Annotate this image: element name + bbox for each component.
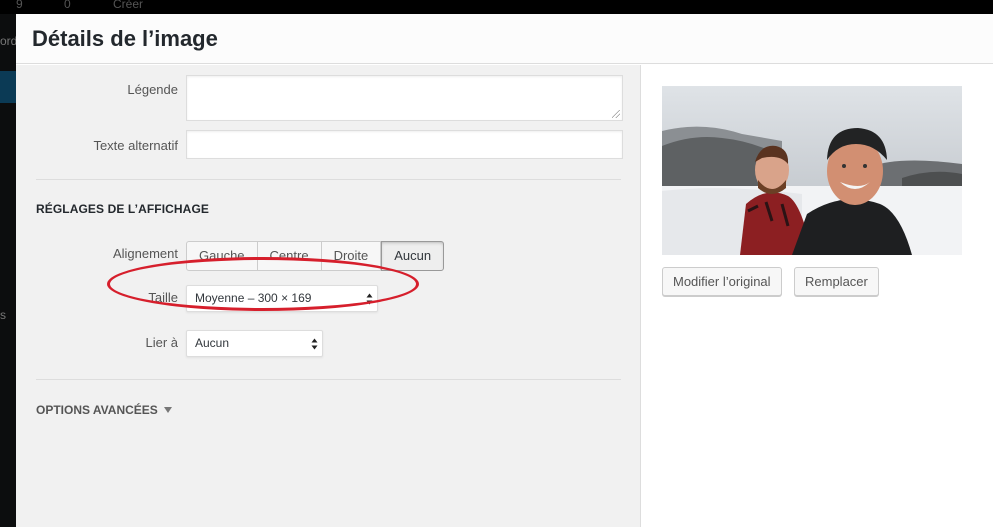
alignment-label: Alignement [112,246,178,261]
select-arrows-icon [311,338,318,350]
divider [36,179,621,180]
modal-title: Détails de l’image [32,26,218,51]
alt-text-label: Texte alternatif [93,138,178,153]
image-thumbnail [662,86,962,255]
link-to-label: Lier à [145,335,178,350]
caption-textarea[interactable] [186,75,623,121]
advanced-options-label: OPTIONS AVANCÉES [36,403,158,417]
link-to-select-value: Aucun [195,336,230,350]
annotation-highlight [107,257,419,311]
admin-bar: 9 0 Créer [0,0,993,14]
divider [36,379,621,380]
replace-button[interactable]: Remplacer [794,267,879,296]
adminbar-new-link[interactable]: Créer [113,0,143,11]
adminbar-updates-count[interactable]: 9 [16,0,23,11]
caret-down-icon [163,407,172,413]
modal-header: Détails de l’image [16,14,993,64]
align-none-button[interactable]: Aucun [381,241,445,271]
sidebar-fragment: s [0,308,6,322]
display-settings-heading: RÉGLAGES DE L’AFFICHAGE [36,202,209,216]
adminbar-comments-count[interactable]: 0 [64,0,71,11]
admin-sidebar: ord s [0,14,18,527]
link-to-select[interactable]: Aucun [186,330,323,357]
resize-grip-icon[interactable] [612,110,620,118]
edit-original-button[interactable]: Modifier l’original [662,267,782,296]
sidebar-fragment: ord [0,34,18,48]
alt-text-input[interactable] [186,130,623,159]
image-preview-panel: Modifier l’original Remplacer [642,65,993,527]
advanced-options-toggle[interactable]: OPTIONS AVANCÉES [36,403,172,417]
caption-label: Légende [127,82,178,97]
sidebar-active-item [0,71,16,103]
